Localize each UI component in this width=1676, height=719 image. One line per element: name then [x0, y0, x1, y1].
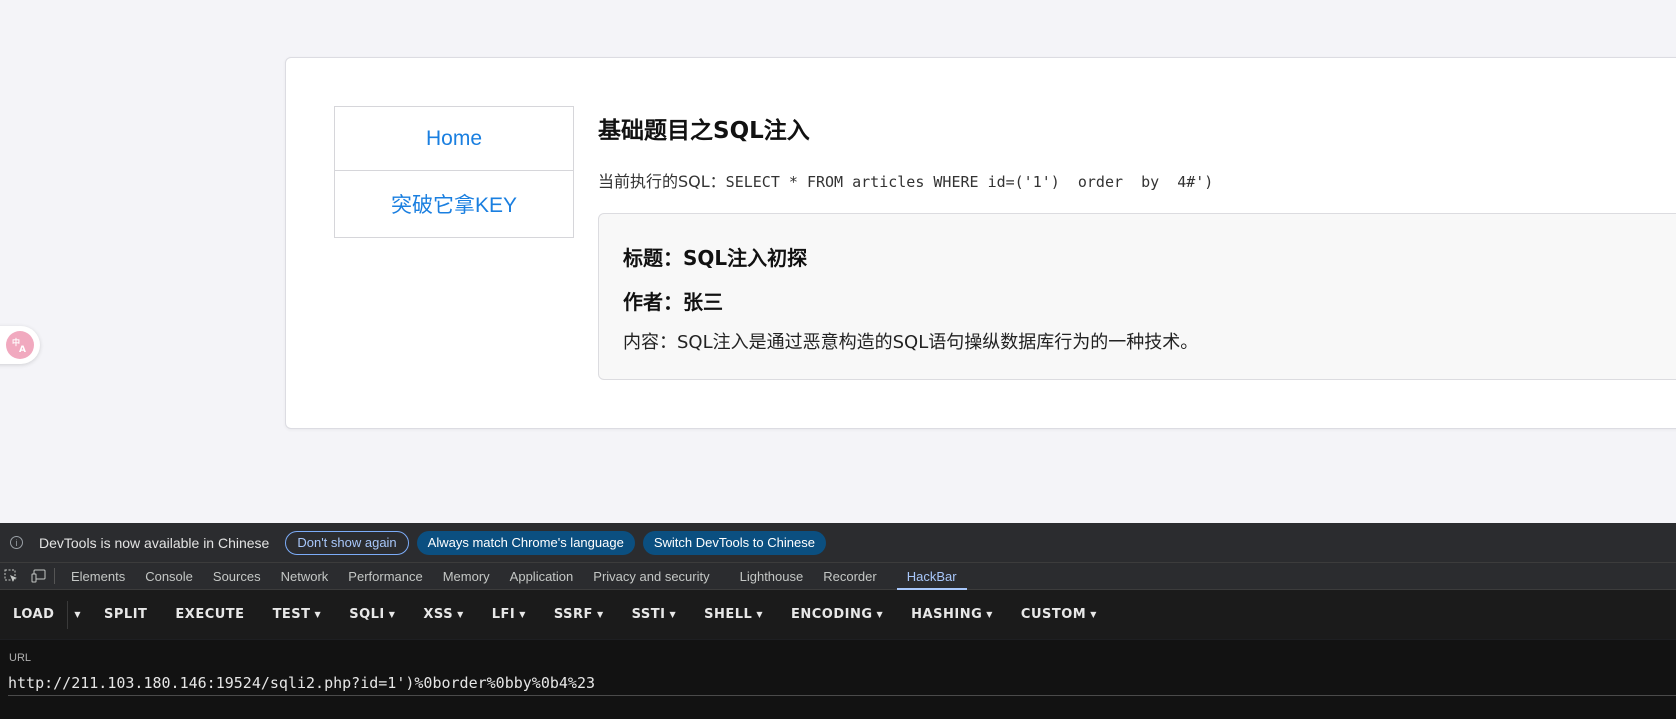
hashing-menu[interactable]: HASHING ▼: [902, 590, 1002, 639]
tab-recorder[interactable]: Recorder: [813, 563, 886, 590]
chevron-down-icon: ▼: [876, 610, 884, 619]
match-language-button[interactable]: Always match Chrome's language: [416, 530, 635, 555]
xss-menu[interactable]: XSS ▼: [414, 590, 472, 639]
url-panel: URL: [0, 640, 1676, 719]
ssrf-menu[interactable]: SSRF ▼: [545, 590, 613, 639]
svg-text:A: A: [19, 345, 26, 354]
custom-menu-label: CUSTOM: [1020, 607, 1087, 622]
chevron-down-icon: ▼: [457, 610, 464, 619]
article-box: 标题：SQL注入初探 作者：张三 内容：SQL注入是通过恶意构造的SQL语句操纵…: [598, 213, 1676, 380]
nav-item-home[interactable]: Home: [335, 107, 573, 170]
chevron-down-icon: ▼: [596, 610, 604, 619]
load-split-divider: [67, 600, 69, 629]
url-label: URL: [9, 652, 32, 664]
sql-query: SELECT * FROM articles WHERE id=('1') or…: [725, 173, 1214, 191]
chevron-down-icon: ▼: [669, 610, 677, 619]
tab-memory[interactable]: Memory: [433, 563, 500, 590]
sql-statement: 当前执行的SQL：SELECT * FROM articles WHERE id…: [598, 168, 1213, 192]
devtools-tabbar: Elements Console Sources Network Perform…: [0, 563, 1676, 590]
side-nav: Home 突破它拿KEY: [334, 106, 574, 238]
tab-application[interactable]: Application: [500, 563, 584, 590]
devtools-panel: i DevTools is now available in Chinese D…: [0, 523, 1676, 719]
device-toolbar-icon[interactable]: [30, 567, 48, 585]
encoding-menu-label: ENCODING: [790, 607, 873, 622]
tab-sources[interactable]: Sources: [203, 563, 271, 590]
chevron-down-icon: ▼: [519, 610, 526, 619]
tab-network[interactable]: Network: [271, 563, 339, 590]
ssti-menu-label: SSTI: [631, 607, 666, 622]
article-author: 作者：张三: [623, 290, 723, 314]
inspect-element-icon[interactable]: [2, 567, 20, 585]
chevron-down-icon: ▼: [756, 610, 763, 619]
tab-elements[interactable]: Elements: [61, 563, 135, 590]
tab-lighthouse[interactable]: Lighthouse: [730, 563, 814, 590]
test-menu-label: TEST: [272, 607, 311, 622]
hashing-menu-label: HASHING: [911, 607, 983, 622]
sql-prefix: 当前执行的SQL：: [598, 172, 726, 191]
ssrf-menu-label: SSRF: [553, 607, 593, 622]
lfi-menu-label: LFI: [491, 607, 516, 622]
load-dropdown-caret-icon[interactable]: ▼: [70, 590, 85, 639]
split-button[interactable]: SPLIT: [95, 590, 156, 639]
info-icon: i: [10, 536, 23, 549]
page-title: 基础题目之SQL注入: [598, 118, 810, 144]
shell-menu[interactable]: SHELL ▼: [695, 590, 772, 639]
article-title: 标题：SQL注入初探: [623, 246, 808, 270]
load-button[interactable]: LOAD: [4, 590, 63, 639]
test-menu[interactable]: TEST ▼: [264, 590, 331, 639]
shell-menu-label: SHELL: [704, 607, 753, 622]
nav-item-get-key[interactable]: 突破它拿KEY: [335, 170, 573, 237]
web-page: Home 突破它拿KEY 基础题目之SQL注入 当前执行的SQL：SELECT …: [0, 0, 1676, 523]
tab-hackbar[interactable]: HackBar: [896, 563, 967, 590]
chevron-down-icon: ▼: [314, 610, 322, 619]
translate-icon: 中A: [6, 331, 34, 359]
custom-menu[interactable]: CUSTOM ▼: [1012, 590, 1106, 639]
info-message: DevTools is now available in Chinese: [39, 534, 270, 551]
execute-button[interactable]: EXECUTE: [166, 590, 253, 639]
sqli-menu-label: SQLI: [349, 607, 385, 622]
ssti-menu[interactable]: SSTI ▼: [623, 590, 686, 639]
url-input[interactable]: [8, 670, 1676, 696]
switch-to-chinese-button[interactable]: Switch DevTools to Chinese: [642, 530, 826, 555]
chevron-down-icon: ▼: [1090, 610, 1097, 619]
hackbar-toolbar: LOAD ▼ SPLIT EXECUTE TEST ▼ SQLI ▼ XSS ▼ LF…: [0, 590, 1676, 639]
chevron-down-icon: ▼: [388, 610, 396, 619]
article-content: 内容：SQL注入是通过恶意构造的SQL语句操纵数据库行为的一种技术。: [623, 332, 1199, 353]
sqli-menu[interactable]: SQLI ▼: [340, 590, 404, 639]
tab-divider: [54, 568, 55, 584]
devtools-infobar: i DevTools is now available in Chinese D…: [0, 523, 1676, 563]
dont-show-again-button[interactable]: Don't show again: [285, 530, 409, 555]
translate-button[interactable]: 中A: [0, 326, 40, 364]
tab-privacy-security[interactable]: Privacy and security: [583, 563, 719, 590]
tab-performance[interactable]: Performance: [338, 563, 432, 590]
encoding-menu[interactable]: ENCODING ▼: [782, 590, 892, 639]
xss-menu-label: XSS: [423, 607, 454, 622]
tab-console[interactable]: Console: [135, 563, 203, 590]
chevron-down-icon: ▼: [986, 610, 993, 619]
lfi-menu[interactable]: LFI ▼: [483, 590, 535, 639]
